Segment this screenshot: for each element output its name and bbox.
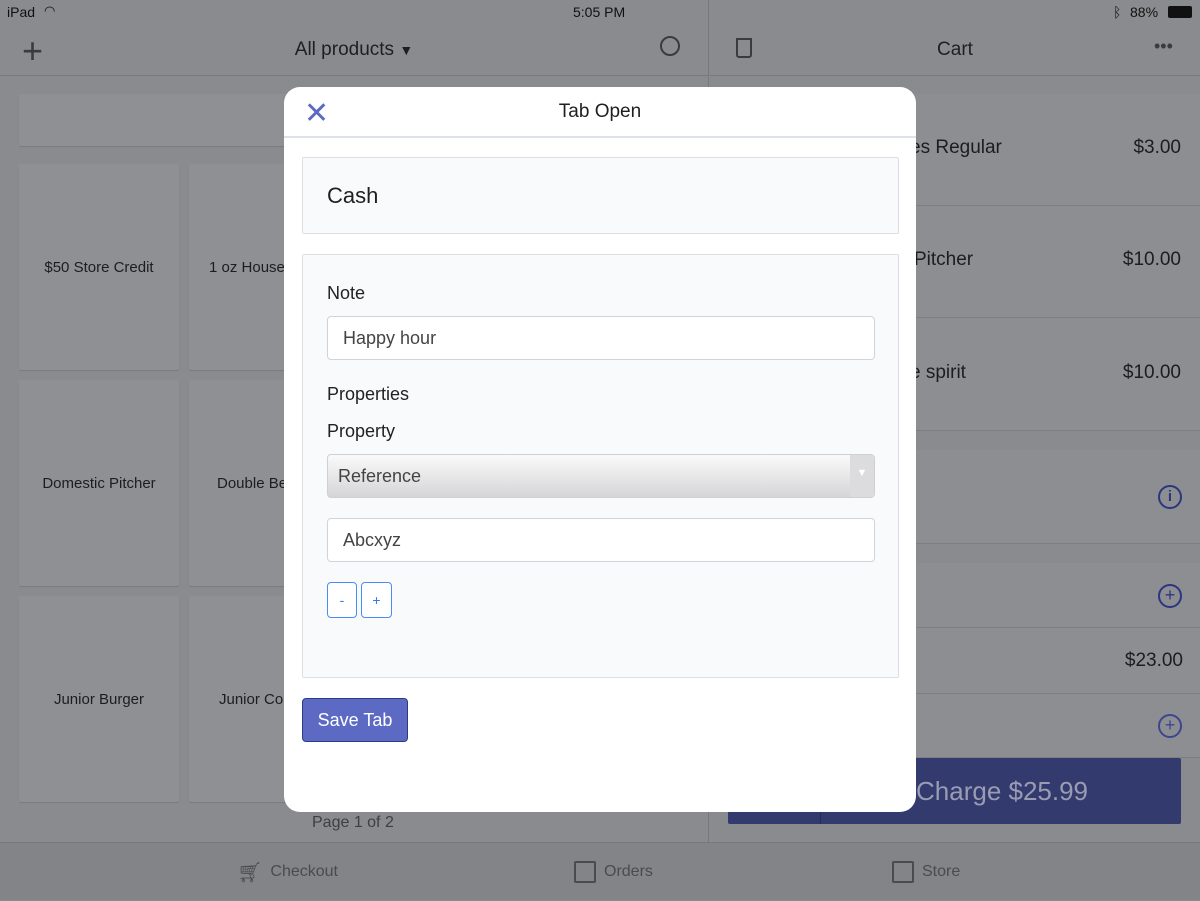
- caret-down-icon: ▼: [399, 41, 414, 58]
- tab-store[interactable]: Store: [892, 843, 960, 901]
- payment-method-card[interactable]: Cash: [302, 157, 899, 234]
- plus-circle-icon[interactable]: +: [1158, 714, 1182, 738]
- trash-icon[interactable]: [736, 38, 752, 58]
- status-bar: iPad ◠ 5:05 PM ᛒ 88%: [0, 0, 1200, 24]
- device-name: iPad: [7, 4, 36, 20]
- property-label: Property: [327, 421, 396, 441]
- products-title: All products: [294, 38, 395, 60]
- chevron-down-icon: ▼: [850, 455, 874, 497]
- add-property-button[interactable]: +: [361, 582, 392, 618]
- tab-checkout[interactable]: 🛒︎ Checkout: [237, 843, 338, 901]
- products-filter[interactable]: All products ▼: [295, 39, 413, 61]
- cart-header: Cart •••: [710, 24, 1200, 76]
- item-price: $10.00: [1122, 362, 1181, 383]
- tab-label: Orders: [604, 863, 653, 880]
- item-name: e spirit: [910, 362, 966, 383]
- tab-label: Store: [922, 863, 961, 880]
- payment-method: Cash: [327, 183, 379, 208]
- save-tab-button[interactable]: Save Tab: [302, 698, 408, 742]
- modal-header: ✕ Tab Open: [284, 87, 916, 138]
- cart-title: Cart: [937, 38, 973, 60]
- store-icon: [892, 861, 914, 883]
- add-icon[interactable]: +: [22, 30, 43, 72]
- tab-bar: 🛒︎ Checkout Orders Store: [0, 842, 1200, 900]
- info-icon[interactable]: i: [1158, 485, 1182, 509]
- note-input[interactable]: Happy hour: [327, 316, 875, 360]
- product-tile[interactable]: Domestic Pitcher: [19, 380, 179, 586]
- property-select[interactable]: Reference ▼: [327, 454, 875, 498]
- modal-title: Tab Open: [558, 100, 642, 122]
- properties-heading: Properties: [327, 384, 410, 404]
- wifi-icon: ◠: [44, 3, 56, 18]
- tab-form: Note Happy hour Properties Property Refe…: [302, 254, 899, 678]
- plus-circle-icon[interactable]: +: [1158, 584, 1182, 608]
- clock: 5:05 PM: [573, 4, 626, 20]
- property-select-value: Reference: [338, 465, 422, 486]
- tab-open-modal: ✕ Tab Open Cash Note Happy hour Properti…: [284, 87, 916, 812]
- product-tile[interactable]: $50 Store Credit: [19, 164, 179, 370]
- products-header: + All products ▼: [0, 24, 708, 76]
- property-value-input[interactable]: Abcxyz: [327, 518, 875, 562]
- close-icon[interactable]: ✕: [304, 96, 329, 131]
- remove-property-button[interactable]: -: [327, 582, 357, 618]
- inbox-icon: [574, 861, 596, 883]
- item-name: Pitcher: [914, 249, 974, 270]
- product-tile[interactable]: Junior Burger: [19, 596, 179, 802]
- item-name: es Regular: [910, 137, 1002, 158]
- battery-icon: [1168, 6, 1192, 18]
- cart-icon: 🛒︎: [237, 861, 263, 884]
- more-icon[interactable]: •••: [1154, 36, 1173, 57]
- page-indicator: Page 1 of 2: [312, 814, 394, 831]
- note-label: Note: [327, 283, 366, 303]
- battery-level: 88%: [1130, 4, 1159, 20]
- item-price: $3.00: [1133, 137, 1181, 158]
- subtotal-value: $23.00: [1124, 650, 1183, 671]
- charge-label: Charge $25.99: [916, 776, 1089, 806]
- tab-orders[interactable]: Orders: [574, 843, 653, 901]
- search-icon[interactable]: [660, 36, 680, 56]
- tab-label: Checkout: [270, 863, 338, 880]
- bluetooth-icon: ᛒ: [1113, 4, 1122, 20]
- item-price: $10.00: [1122, 249, 1181, 270]
